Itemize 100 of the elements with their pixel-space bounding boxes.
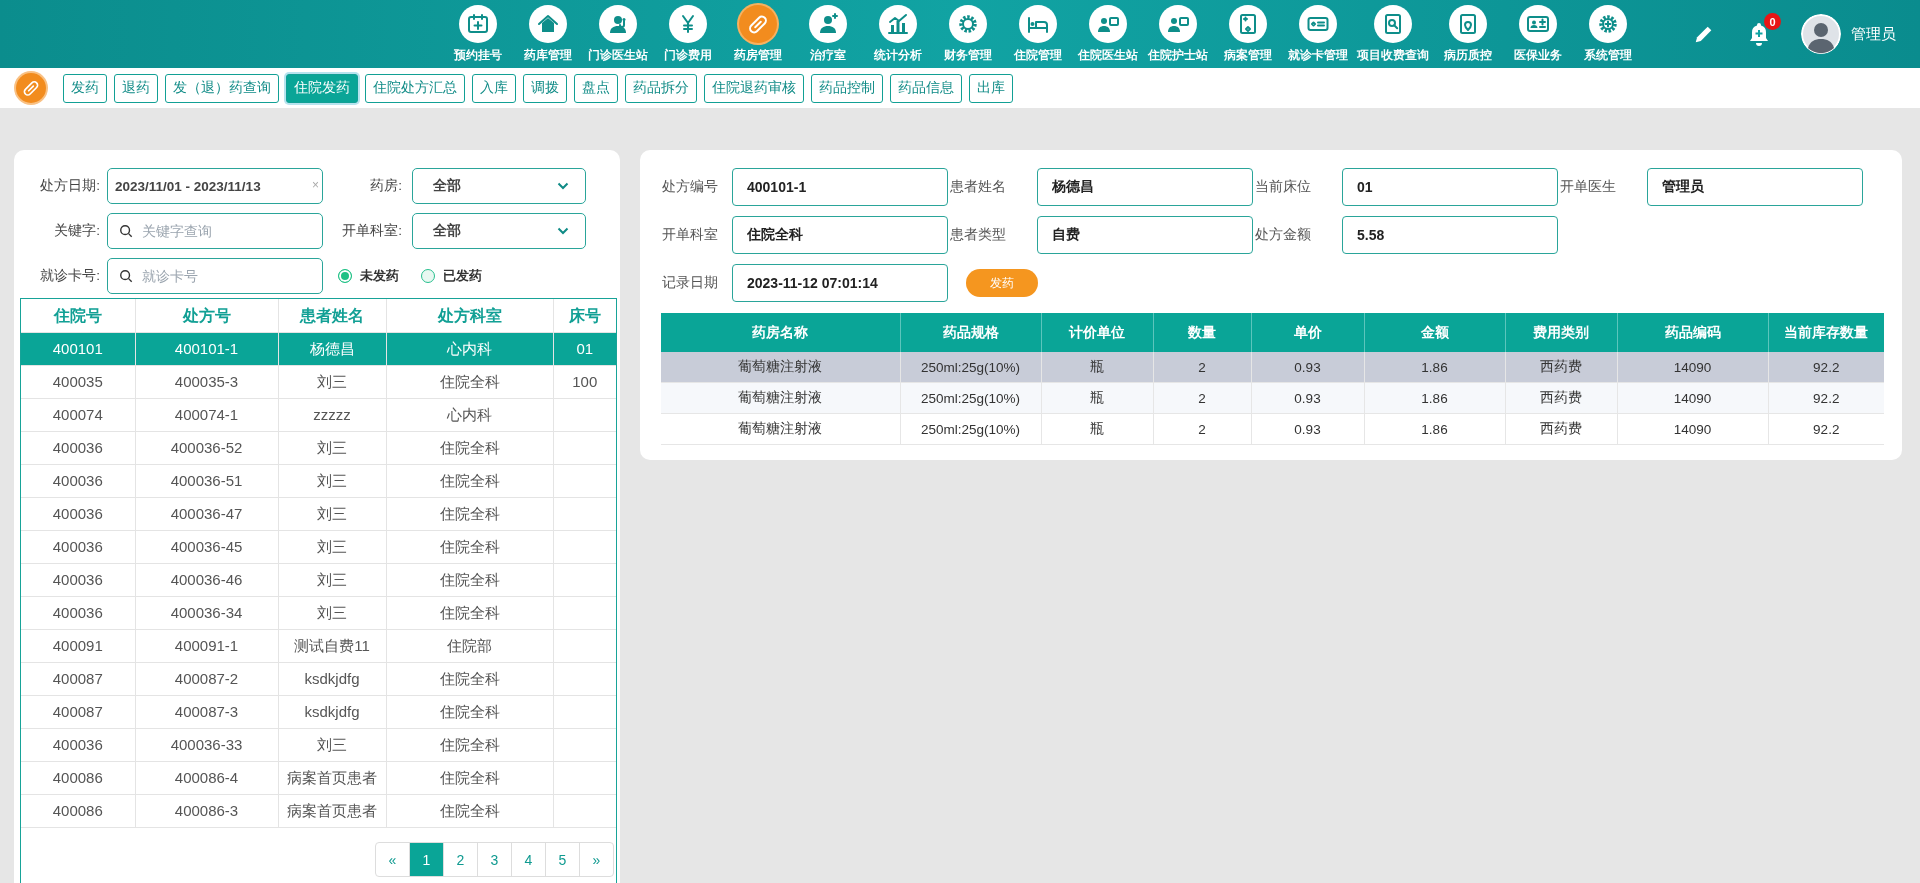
- toolbar-tab[interactable]: 出库: [969, 73, 1013, 103]
- table-row[interactable]: 400035 400035-3 刘三 住院全科 100: [21, 365, 616, 399]
- table-cell: 92.2: [1768, 382, 1884, 414]
- nav-item[interactable]: 门诊费用: [657, 5, 719, 63]
- table-cell: 400087: [21, 662, 135, 696]
- page-button[interactable]: 4: [512, 843, 546, 876]
- table-row[interactable]: 400036 400036-46 刘三 住院全科: [21, 563, 616, 597]
- table-cell: 心内科: [386, 398, 553, 432]
- table-row[interactable]: 400091 400091-1 测试自费11 住院部: [21, 629, 616, 663]
- notification-badge: 0: [1764, 13, 1781, 30]
- user-name[interactable]: 管理员: [1851, 24, 1896, 44]
- detail-field[interactable]: 自费: [1037, 216, 1253, 254]
- clear-button[interactable]: ×: [312, 178, 319, 192]
- card-number-field[interactable]: 就诊卡号: [107, 258, 323, 294]
- table-row[interactable]: 400086 400086-4 病案首页患者 住院全科: [21, 761, 616, 795]
- avatar-icon[interactable]: [1801, 14, 1841, 54]
- nav-item[interactable]: 预约挂号: [447, 5, 509, 63]
- nav-item[interactable]: 住院护士站: [1147, 5, 1209, 63]
- table-cell: 瓶: [1041, 382, 1153, 414]
- detail-field[interactable]: 杨德昌: [1037, 168, 1253, 206]
- bar-chart-icon: [886, 12, 910, 36]
- radio-button[interactable]: [421, 269, 435, 283]
- column-header: 药品编码: [1617, 313, 1768, 352]
- pill-icon: [21, 78, 41, 98]
- nav-item[interactable]: 病历质控: [1437, 5, 1499, 63]
- table-cell: 葡萄糖注射液: [661, 413, 900, 445]
- bell-icon[interactable]: [1747, 21, 1771, 47]
- nav-item[interactable]: 医保业务: [1507, 5, 1569, 63]
- toolbar-tab[interactable]: 药品信息: [890, 73, 962, 103]
- nav-item[interactable]: 药房管理: [727, 5, 789, 63]
- table-cell: 病案首页患者: [278, 761, 386, 795]
- nav-item[interactable]: 门诊医生站: [587, 5, 649, 63]
- detail-field[interactable]: 400101-1: [732, 168, 948, 206]
- nav-item[interactable]: 住院管理: [1007, 5, 1069, 63]
- table-row[interactable]: 400074 400074-1 zzzzz 心内科: [21, 398, 616, 432]
- page-button[interactable]: 3: [478, 843, 512, 876]
- table-row[interactable]: 葡萄糖注射液 250ml:25g(10%) 瓶 2 0.93 1.86 西药费 14090 92.2: [661, 413, 1884, 445]
- toolbar-tab[interactable]: 药品拆分: [625, 73, 697, 103]
- gear-icon: [956, 12, 980, 36]
- nav-item[interactable]: 住院医生站: [1077, 5, 1139, 63]
- table-cell: 西药费: [1505, 382, 1617, 414]
- table-row[interactable]: 400036 400036-34 刘三 住院全科: [21, 596, 616, 630]
- toolbar-tab[interactable]: 住院退药审核: [704, 73, 804, 103]
- table-cell: 400036: [21, 530, 135, 564]
- detail-field[interactable]: 住院全科: [732, 216, 948, 254]
- toolbar-tab[interactable]: 住院发药: [286, 73, 358, 103]
- table-row[interactable]: 400101 400101-1 杨德昌 心内科 01: [21, 332, 616, 366]
- table-row[interactable]: 400036 400036-33 刘三 住院全科: [21, 728, 616, 762]
- table-row[interactable]: 400087 400087-3 ksdkjdfg 住院全科: [21, 695, 616, 729]
- page-button[interactable]: »: [580, 843, 613, 876]
- nav-item[interactable]: 统计分析: [867, 5, 929, 63]
- nav-item[interactable]: 财务管理: [937, 5, 999, 63]
- detail-field[interactable]: 管理员: [1647, 168, 1863, 206]
- table-cell: 1.86: [1364, 352, 1505, 383]
- dispense-button[interactable]: 发药: [966, 269, 1038, 297]
- table-row[interactable]: 葡萄糖注射液 250ml:25g(10%) 瓶 2 0.93 1.86 西药费 14090 92.2: [661, 352, 1884, 383]
- table-cell: 0.93: [1251, 352, 1364, 383]
- table-row[interactable]: 400036 400036-52 刘三 住院全科: [21, 431, 616, 465]
- table-row[interactable]: 400036 400036-47 刘三 住院全科: [21, 497, 616, 531]
- table-cell: 住院全科: [386, 431, 553, 465]
- nav-item[interactable]: 病案管理: [1217, 5, 1279, 63]
- toolbar-tab[interactable]: 发药: [63, 73, 107, 103]
- radio-button[interactable]: [338, 269, 352, 283]
- table-cell: 住院全科: [386, 662, 553, 696]
- table-cell: 400091: [21, 629, 135, 663]
- table-row[interactable]: 400036 400036-51 刘三 住院全科: [21, 464, 616, 498]
- toolbar-tab[interactable]: 盘点: [574, 73, 618, 103]
- toolbar-tab[interactable]: 退药: [114, 73, 158, 103]
- table-cell: 刘三: [278, 596, 386, 630]
- field-label: 处方日期:: [40, 177, 101, 195]
- page-button[interactable]: 2: [444, 843, 478, 876]
- toolbar-tab[interactable]: 发（退）药查询: [165, 73, 279, 103]
- page-button[interactable]: 1: [410, 843, 444, 876]
- nav-item[interactable]: 就诊卡管理: [1287, 5, 1349, 63]
- table-cell: 住院全科: [386, 464, 553, 498]
- toolbar-tab[interactable]: 入库: [472, 73, 516, 103]
- column-header: 处方号: [135, 299, 278, 333]
- page-button[interactable]: 5: [546, 843, 580, 876]
- pharmacy-select[interactable]: 全部: [412, 168, 586, 204]
- detail-field[interactable]: 01: [1342, 168, 1558, 206]
- table-row[interactable]: 400087 400087-2 ksdkjdfg 住院全科: [21, 662, 616, 696]
- radio-label: 已发药: [443, 267, 482, 285]
- department-select[interactable]: 全部: [412, 213, 586, 249]
- table-row[interactable]: 葡萄糖注射液 250ml:25g(10%) 瓶 2 0.93 1.86 西药费 14090 92.2: [661, 382, 1884, 414]
- table-row[interactable]: 400086 400086-3 病案首页患者 住院全科: [21, 794, 616, 828]
- detail-field[interactable]: 2023-11-12 07:01:14: [732, 264, 948, 302]
- detail-field[interactable]: 5.58: [1342, 216, 1558, 254]
- column-header: 药房名称: [661, 313, 900, 352]
- toolbar-tab[interactable]: 药品控制: [811, 73, 883, 103]
- table-cell: 1.86: [1364, 413, 1505, 445]
- table-row[interactable]: 400036 400036-45 刘三 住院全科: [21, 530, 616, 564]
- table-cell: 14090: [1617, 382, 1768, 414]
- field-label: 药房:: [370, 177, 403, 195]
- nav-item[interactable]: 项目收费查询: [1357, 5, 1429, 63]
- toolbar-tab[interactable]: 住院处方汇总: [365, 73, 465, 103]
- keyword-search-field[interactable]: 关键字查询: [107, 213, 323, 249]
- nav-item[interactable]: 药库管理: [517, 5, 579, 63]
- toolbar-tab[interactable]: 调拨: [523, 73, 567, 103]
- nav-item[interactable]: 治疗室: [797, 5, 859, 63]
- nav-item[interactable]: 系统管理: [1577, 5, 1639, 63]
